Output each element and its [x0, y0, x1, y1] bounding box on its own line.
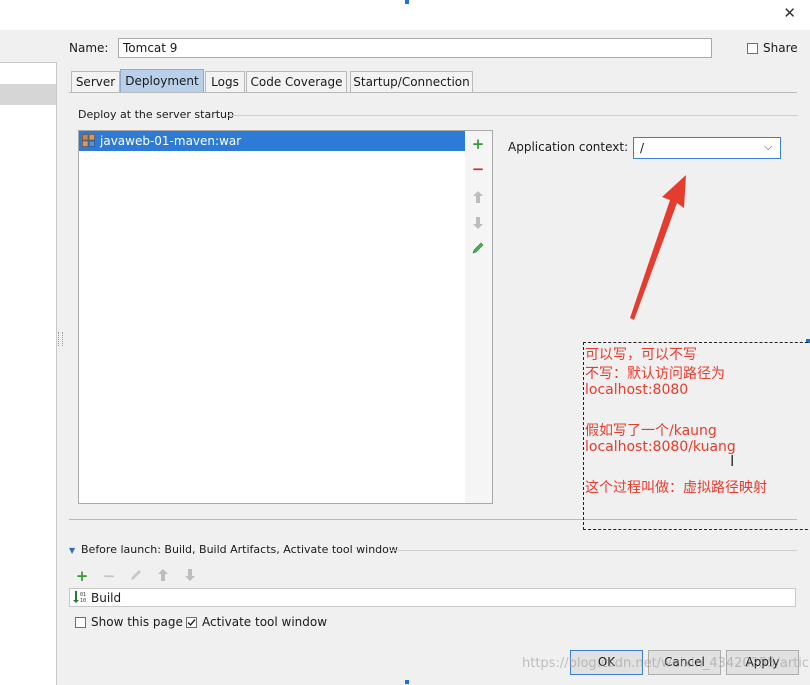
text-cursor-icon: I: [730, 452, 735, 470]
deploy-group-title: Deploy at the server startup: [78, 108, 235, 121]
annotation-line-8: 这个过程叫做：虚拟路径映射: [585, 480, 767, 496]
share-label: Share: [763, 41, 798, 55]
annotation-line-5: 假如写了一个/kaung: [585, 423, 717, 439]
chevron-down-icon[interactable]: ⌵: [764, 140, 772, 154]
annotation-line-3: localhost:8080: [585, 382, 689, 398]
svg-text:10: 10: [80, 598, 86, 604]
artifact-list[interactable]: [78, 130, 466, 504]
resize-handle-bottom[interactable]: [405, 680, 409, 684]
panel-splitter[interactable]: [58, 332, 63, 346]
artifact-list-toolbar: [465, 130, 493, 504]
tab-deployment[interactable]: Deployment: [120, 69, 204, 92]
show-this-page-checkbox[interactable]: [75, 617, 86, 628]
application-context-value: /: [640, 141, 645, 155]
tab-code-coverage[interactable]: Code Coverage: [246, 71, 347, 92]
before-launch-edit-icon[interactable]: [129, 568, 143, 582]
group-separator: [226, 115, 798, 116]
activate-tool-window-checkbox[interactable]: [186, 617, 197, 628]
before-launch-remove-icon[interactable]: −: [101, 567, 117, 585]
name-label: Name:: [69, 41, 109, 55]
share-checkbox[interactable]: [747, 43, 758, 54]
configuration-tree-selected-row[interactable]: [0, 84, 56, 105]
collapse-triangle-icon[interactable]: ▼: [69, 546, 75, 555]
tab-server[interactable]: Server: [71, 71, 120, 92]
annotation-line-6: localhost:8080/kuang: [585, 439, 736, 455]
configuration-tree-panel[interactable]: [0, 62, 57, 685]
application-context-label: Application context:: [508, 140, 629, 154]
show-this-page-label: Show this page: [91, 615, 183, 629]
annotation-line-2: 不写：默认访问路径为: [585, 366, 725, 382]
name-input[interactable]: Tomcat 9: [118, 38, 712, 58]
annotation-line-1: 可以写，可以不写: [585, 347, 697, 363]
resize-handle-top[interactable]: [405, 0, 409, 4]
close-icon[interactable]: ✕: [783, 4, 796, 22]
tab-divider: [69, 92, 797, 93]
dialog-title-bar: [0, 0, 810, 30]
before-launch-separator: [390, 550, 797, 551]
before-launch-move-up-icon[interactable]: [157, 568, 169, 582]
build-icon: 01 10: [73, 591, 86, 604]
war-artifact-icon: [82, 134, 95, 147]
tab-logs[interactable]: Logs: [205, 71, 245, 92]
tab-startup-connection[interactable]: Startup/Connection: [350, 71, 473, 92]
build-task-label: Build: [91, 591, 122, 605]
before-launch-task-list[interactable]: [69, 588, 796, 607]
move-up-icon[interactable]: [472, 190, 484, 204]
watermark: https://blog.csdn.net/weixin_43420255/ar…: [522, 656, 810, 671]
annotation-arrow: [630, 175, 686, 320]
before-launch-add-icon[interactable]: +: [74, 567, 90, 585]
before-launch-label[interactable]: Before launch: Build, Build Artifacts, A…: [81, 543, 398, 556]
edit-pencil-icon[interactable]: [471, 241, 485, 255]
before-launch-move-down-icon[interactable]: [184, 568, 196, 582]
activate-tool-window-label: Activate tool window: [202, 615, 328, 629]
artifact-item-label: javaweb-01-maven:war: [100, 134, 242, 148]
checkmark-icon: [187, 619, 196, 627]
remove-icon[interactable]: −: [468, 160, 488, 178]
application-context-combobox[interactable]: [633, 137, 781, 159]
add-icon[interactable]: +: [468, 135, 488, 153]
move-down-icon[interactable]: [472, 216, 484, 230]
